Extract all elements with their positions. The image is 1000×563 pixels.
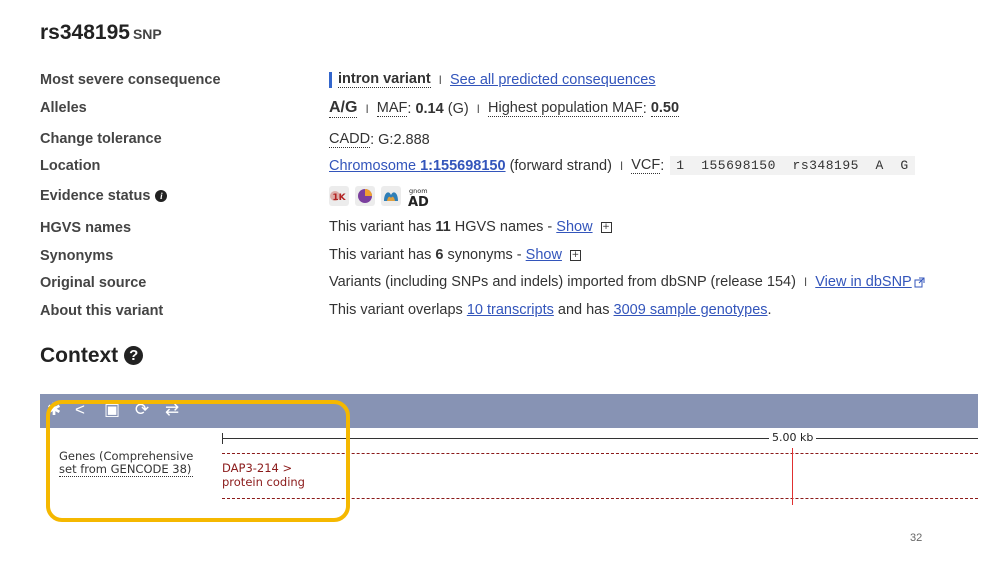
strand: (forward strand): [505, 157, 612, 174]
expand-hgvs-icon[interactable]: +: [600, 221, 612, 233]
scale-label: 5.00 kb: [769, 431, 817, 444]
alleles-label: Alleles: [40, 100, 87, 116]
original-source-value: Variants (including SNPs and indels) imp…: [329, 274, 925, 290]
separator: I: [619, 158, 624, 173]
help-icon[interactable]: ?: [124, 346, 144, 365]
consequence-color-bar: [329, 71, 332, 88]
show-synonyms-link[interactable]: Show: [526, 247, 562, 263]
chromosome-prefix: Chromosome: [329, 157, 421, 174]
cadd-value: : G:2.888: [370, 131, 430, 148]
page-number: 32: [910, 532, 923, 544]
cadd-label[interactable]: CADD: [329, 131, 371, 148]
hapmap-icon[interactable]: [381, 186, 401, 206]
context-heading: Context?: [40, 344, 144, 368]
variant-position-line: [792, 448, 793, 505]
hgvs-label: HGVS names: [40, 220, 132, 236]
separator: I: [438, 72, 442, 87]
evidence-icons: 1K gnom AD: [329, 186, 431, 210]
external-link-icon[interactable]: [914, 277, 925, 288]
info-icon[interactable]: i: [155, 190, 168, 203]
variant-id: rs348195: [40, 21, 130, 44]
gnomad-icon[interactable]: gnom AD: [407, 186, 431, 210]
show-hgvs-link[interactable]: Show: [556, 219, 592, 235]
separator: I: [803, 275, 808, 289]
vcf-string: 1 155698150 rs348195 A G: [670, 156, 915, 175]
evidence-status-label: Evidence status i: [40, 188, 168, 204]
vcf-colon: :: [660, 157, 665, 174]
consequence-term[interactable]: intron variant: [338, 71, 431, 88]
hgvs-count: 11: [435, 219, 451, 235]
synonyms-value: This variant has 6 synonyms - Show +: [329, 247, 581, 263]
hgvs-value: This variant has 11 HGVS names - Show +: [329, 219, 612, 235]
gnomad-small-text: gnom: [409, 187, 428, 195]
highest-pop-maf-label[interactable]: Highest population MAF: [488, 100, 643, 117]
transcripts-link[interactable]: 10 transcripts: [467, 302, 554, 318]
vcf-label[interactable]: VCF: [631, 157, 661, 174]
maf-value: 0.14: [415, 100, 444, 117]
original-source-text: Variants (including SNPs and indels) imp…: [329, 274, 796, 290]
see-all-consequences-link[interactable]: See all predicted consequences: [450, 72, 656, 88]
gnomad-big-text: AD: [408, 195, 429, 208]
1000-genomes-icon[interactable]: 1K: [329, 186, 349, 206]
original-source-label: Original source: [40, 275, 147, 291]
maf-label[interactable]: MAF: [376, 100, 408, 117]
most-severe-label: Most severe consequence: [40, 72, 221, 88]
view-in-dbsnp-link[interactable]: View in dbSNP: [815, 274, 911, 290]
chromosome-position: 1:155698150: [420, 157, 506, 174]
most-severe-value: intron variant I See all predicted conse…: [329, 71, 656, 88]
context-title: Context: [40, 344, 119, 367]
synonyms-prefix: This variant has: [329, 247, 436, 263]
frequency-icon[interactable]: [355, 186, 375, 206]
sample-genotypes-link[interactable]: 3009 sample genotypes: [614, 302, 768, 318]
hgvs-prefix: This variant has: [329, 219, 436, 235]
onek-text: 1K: [332, 193, 346, 203]
synonyms-label: Synonyms: [40, 248, 114, 264]
expand-synonyms-icon[interactable]: +: [569, 249, 581, 261]
separator: I: [365, 101, 369, 116]
evidence-status-text: Evidence status: [40, 188, 151, 204]
location-value: Chromosome 1:155698150 (forward strand) …: [329, 156, 915, 175]
page-title: rs348195 SNP: [40, 21, 162, 45]
synonyms-suffix: synonyms -: [443, 247, 526, 263]
change-tolerance-value: CADD: G:2.888: [329, 131, 430, 148]
chromosome-link[interactable]: Chromosome 1:155698150: [329, 158, 506, 174]
maf-colon: :: [407, 100, 416, 117]
alleles-value: A/G I MAF: 0.14 (G) I Highest population…: [329, 99, 680, 118]
highest-pop-maf-value[interactable]: 0.50: [650, 100, 680, 117]
change-tolerance-label: Change tolerance: [40, 131, 162, 147]
hgvs-suffix: HGVS names -: [450, 219, 557, 235]
about-middle: and has: [553, 302, 614, 318]
variant-type: SNP: [132, 26, 162, 42]
synonyms-count: 6: [435, 247, 444, 263]
about-suffix: .: [767, 302, 772, 318]
separator: I: [476, 101, 481, 116]
about-label: About this variant: [40, 303, 164, 319]
about-value: This variant overlaps 10 transcripts and…: [329, 302, 772, 318]
about-prefix: This variant overlaps: [329, 302, 467, 318]
hpmaf-colon: :: [642, 100, 651, 117]
allele-string[interactable]: A/G: [329, 99, 358, 118]
highlight-annotation: [46, 400, 350, 522]
location-label: Location: [40, 158, 101, 174]
maf-allele: (G): [447, 100, 469, 117]
